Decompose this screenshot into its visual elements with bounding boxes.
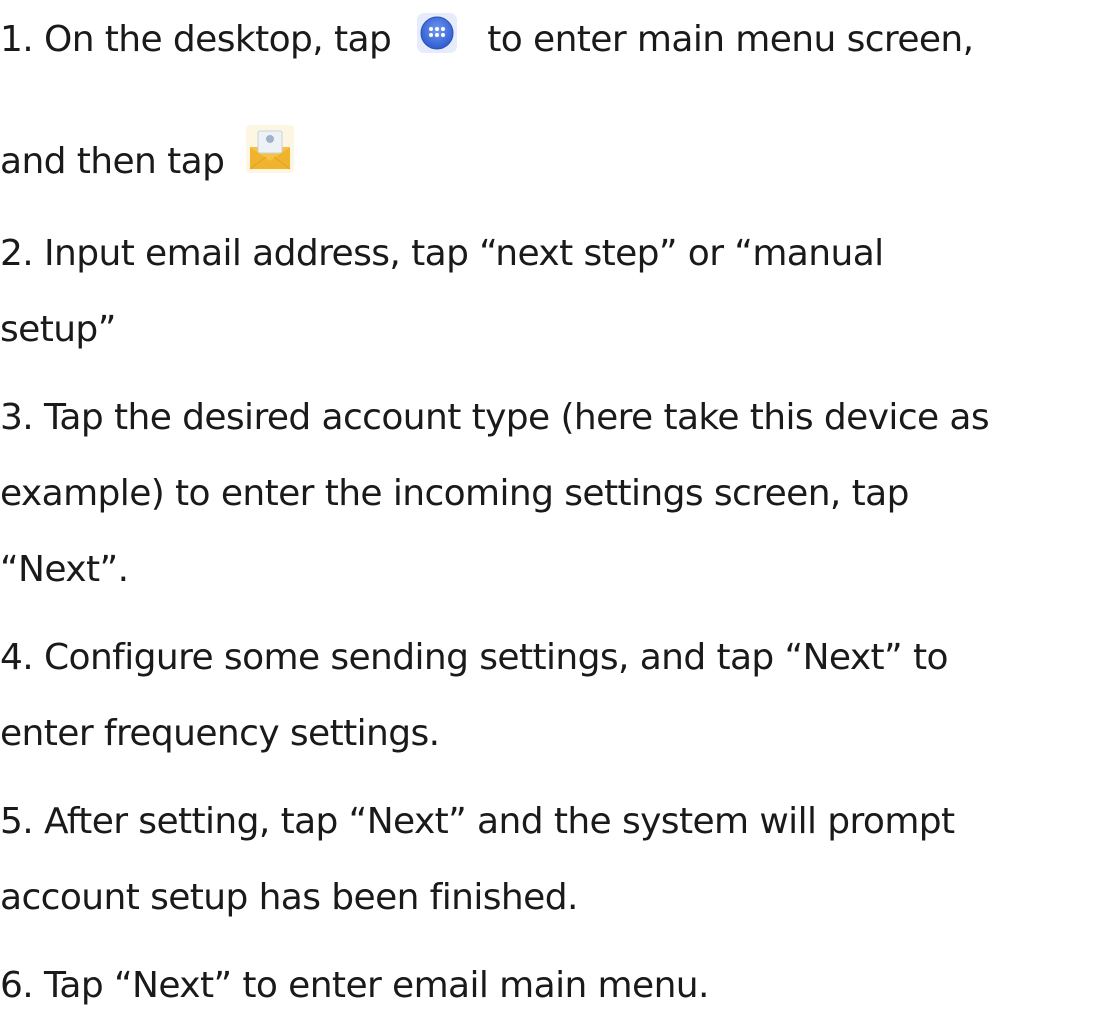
step-4-line-1: 4. Configure some sending settings, and …	[0, 637, 948, 678]
step-5-line-1: 5. After setting, tap “Next” and the sys…	[0, 801, 955, 842]
step-1-text-before-icon: 1. On the desktop, tap	[0, 19, 392, 60]
step-6-line-1: 6. Tap “Next” to enter email main menu.	[0, 965, 709, 1006]
step-5-line-2: account setup has been finished.	[0, 877, 578, 918]
instruction-document: 1. On the desktop, tap to enter main men…	[0, 0, 1107, 1025]
step-2-line-2: setup”	[0, 309, 116, 350]
step-2-line-1: 2. Input email address, tap “next step” …	[0, 233, 884, 274]
step-3-line-3: “Next”.	[0, 549, 129, 590]
step-3-line-2: example) to enter the incoming settings …	[0, 473, 909, 514]
step-4-line-2: enter frequency settings.	[0, 713, 440, 754]
step-3-line-1: 3. Tap the desired account type (here ta…	[0, 397, 990, 438]
step-1-text-after-icon: to enter main menu screen,	[487, 19, 974, 60]
step-1-continuation: and then tap	[0, 141, 225, 182]
email-icon	[246, 125, 295, 173]
step-1-line-2: and then tap	[0, 125, 295, 186]
apps-icon	[417, 13, 458, 53]
step-1-line-1: 1. On the desktop, tap to enter main men…	[0, 13, 974, 64]
